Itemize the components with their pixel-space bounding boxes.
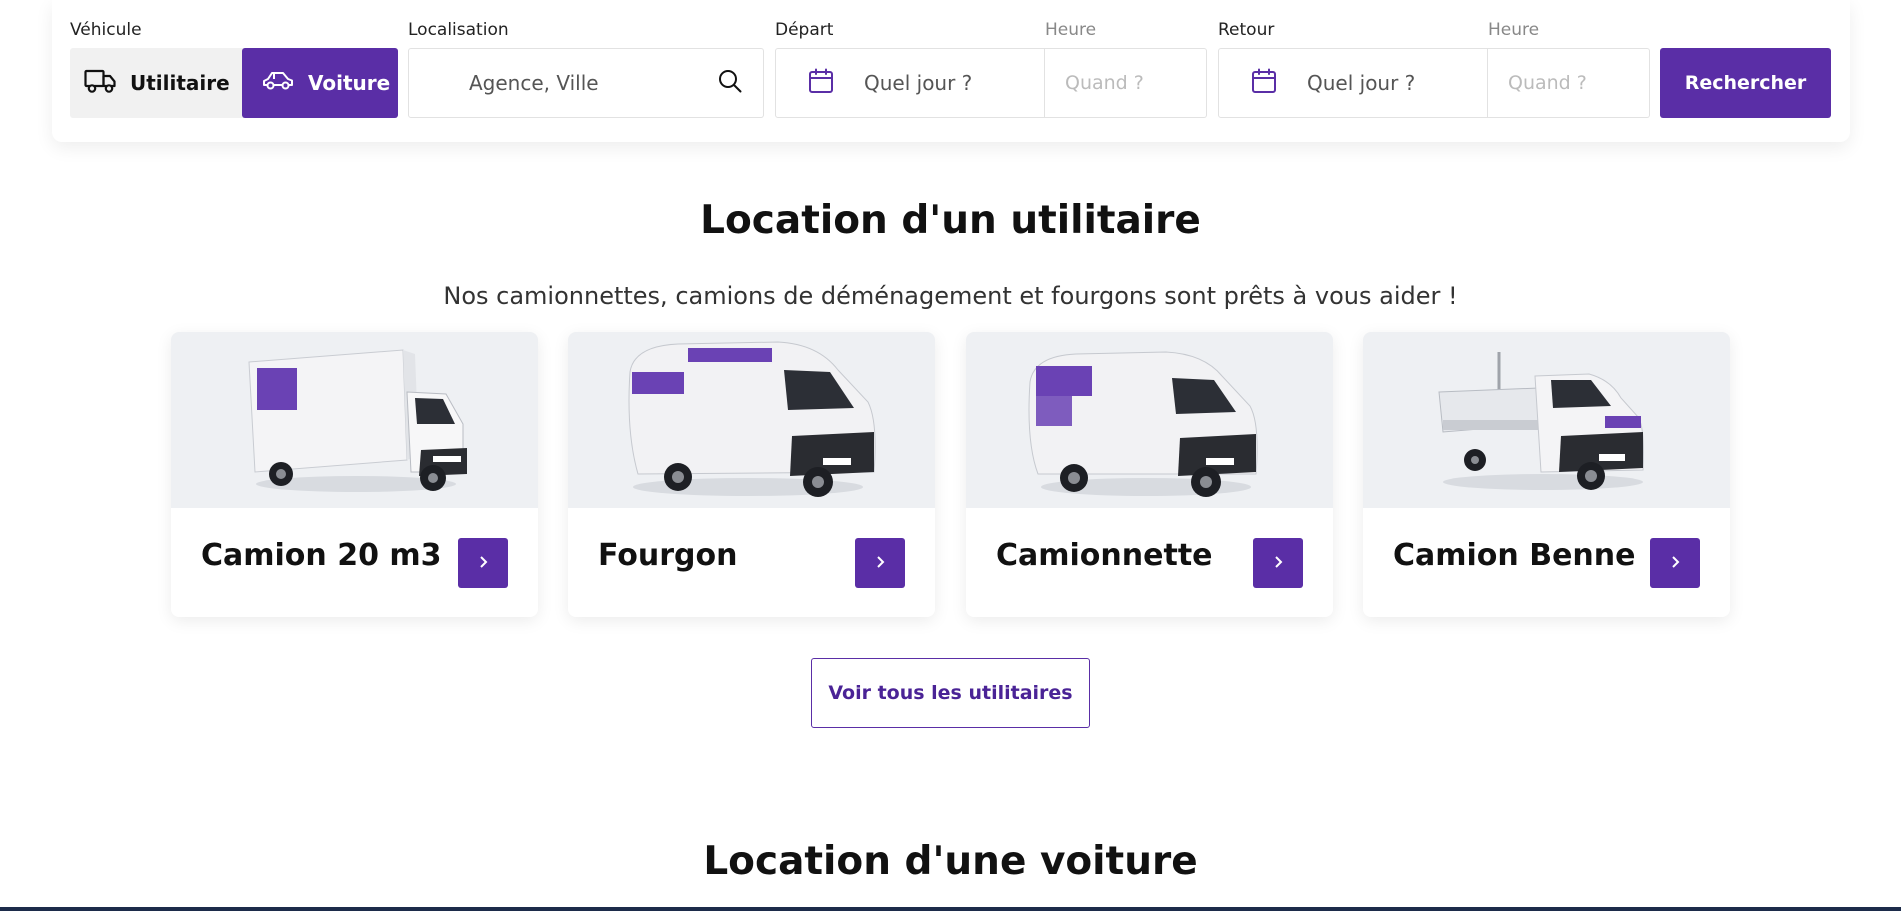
small-van-image [966, 332, 1333, 508]
car-section-title: Location d'une voiture [703, 839, 1198, 884]
departure-time-placeholder: Quand ? [1065, 72, 1144, 94]
return-time-placeholder: Quand ? [1508, 72, 1587, 94]
location-input[interactable]: Agence, Ville [408, 48, 764, 118]
vehicle-card-fourgon[interactable]: Fourgon [568, 332, 935, 617]
departure-date-input[interactable]: Quel jour ? [775, 48, 1045, 118]
location-placeholder: Agence, Ville [469, 71, 599, 95]
return-time-input[interactable]: Quand ? [1488, 48, 1650, 118]
box-truck-image [171, 332, 538, 508]
utility-section-subtitle: Nos camionnettes, camions de déménagemen… [443, 282, 1458, 310]
tipper-truck-image [1363, 332, 1730, 508]
vehicle-label: Véhicule [70, 20, 142, 40]
departure-time-label: Heure [1045, 20, 1097, 40]
vehicle-card-title: Camion 20 m3 [201, 538, 442, 573]
vehicle-card-camionnette[interactable]: Camionnette [966, 332, 1333, 617]
return-time-label: Heure [1488, 20, 1540, 40]
vehicle-card-title: Fourgon [598, 538, 738, 573]
truck-icon [84, 68, 116, 99]
car-icon [262, 70, 294, 97]
vehicle-option-label: Voiture [308, 71, 391, 95]
chevron-right-icon [1271, 554, 1285, 573]
search-icon[interactable] [717, 68, 743, 98]
vehicle-card-title: Camion Benne [1393, 538, 1636, 573]
calendar-icon [1251, 68, 1277, 98]
vehicle-card-camion-benne[interactable]: Camion Benne [1363, 332, 1730, 617]
calendar-icon [808, 68, 834, 98]
vehicle-card-camion-20m3[interactable]: Camion 20 m3 [171, 332, 538, 617]
footer-edge [0, 907, 1901, 911]
vehicle-card-arrow-button[interactable] [1650, 538, 1700, 588]
search-button[interactable]: Rechercher [1660, 48, 1831, 118]
vehicle-option-voiture[interactable]: Voiture [242, 48, 398, 118]
return-date-input[interactable]: Quel jour ? [1218, 48, 1488, 118]
vehicle-card-title: Camionnette [996, 538, 1213, 573]
vehicle-card-arrow-button[interactable] [458, 538, 508, 588]
vehicle-option-utilitaire[interactable]: Utilitaire [84, 48, 234, 118]
utility-section-title: Location d'un utilitaire [700, 198, 1201, 243]
departure-time-input[interactable]: Quand ? [1045, 48, 1207, 118]
departure-date-placeholder: Quel jour ? [864, 71, 973, 95]
vehicle-toggle: Utilitaire Voiture [70, 48, 398, 118]
return-label: Retour [1218, 20, 1275, 40]
vehicle-card-arrow-button[interactable] [1253, 538, 1303, 588]
location-label: Localisation [408, 20, 509, 40]
large-van-image [568, 332, 935, 508]
view-all-utilities-button[interactable]: Voir tous les utilitaires [811, 658, 1090, 728]
vehicle-option-label: Utilitaire [130, 71, 230, 95]
chevron-right-icon [873, 554, 887, 573]
departure-label: Départ [775, 20, 834, 40]
chevron-right-icon [476, 554, 490, 573]
chevron-right-icon [1668, 554, 1682, 573]
return-date-placeholder: Quel jour ? [1307, 71, 1416, 95]
vehicle-card-arrow-button[interactable] [855, 538, 905, 588]
